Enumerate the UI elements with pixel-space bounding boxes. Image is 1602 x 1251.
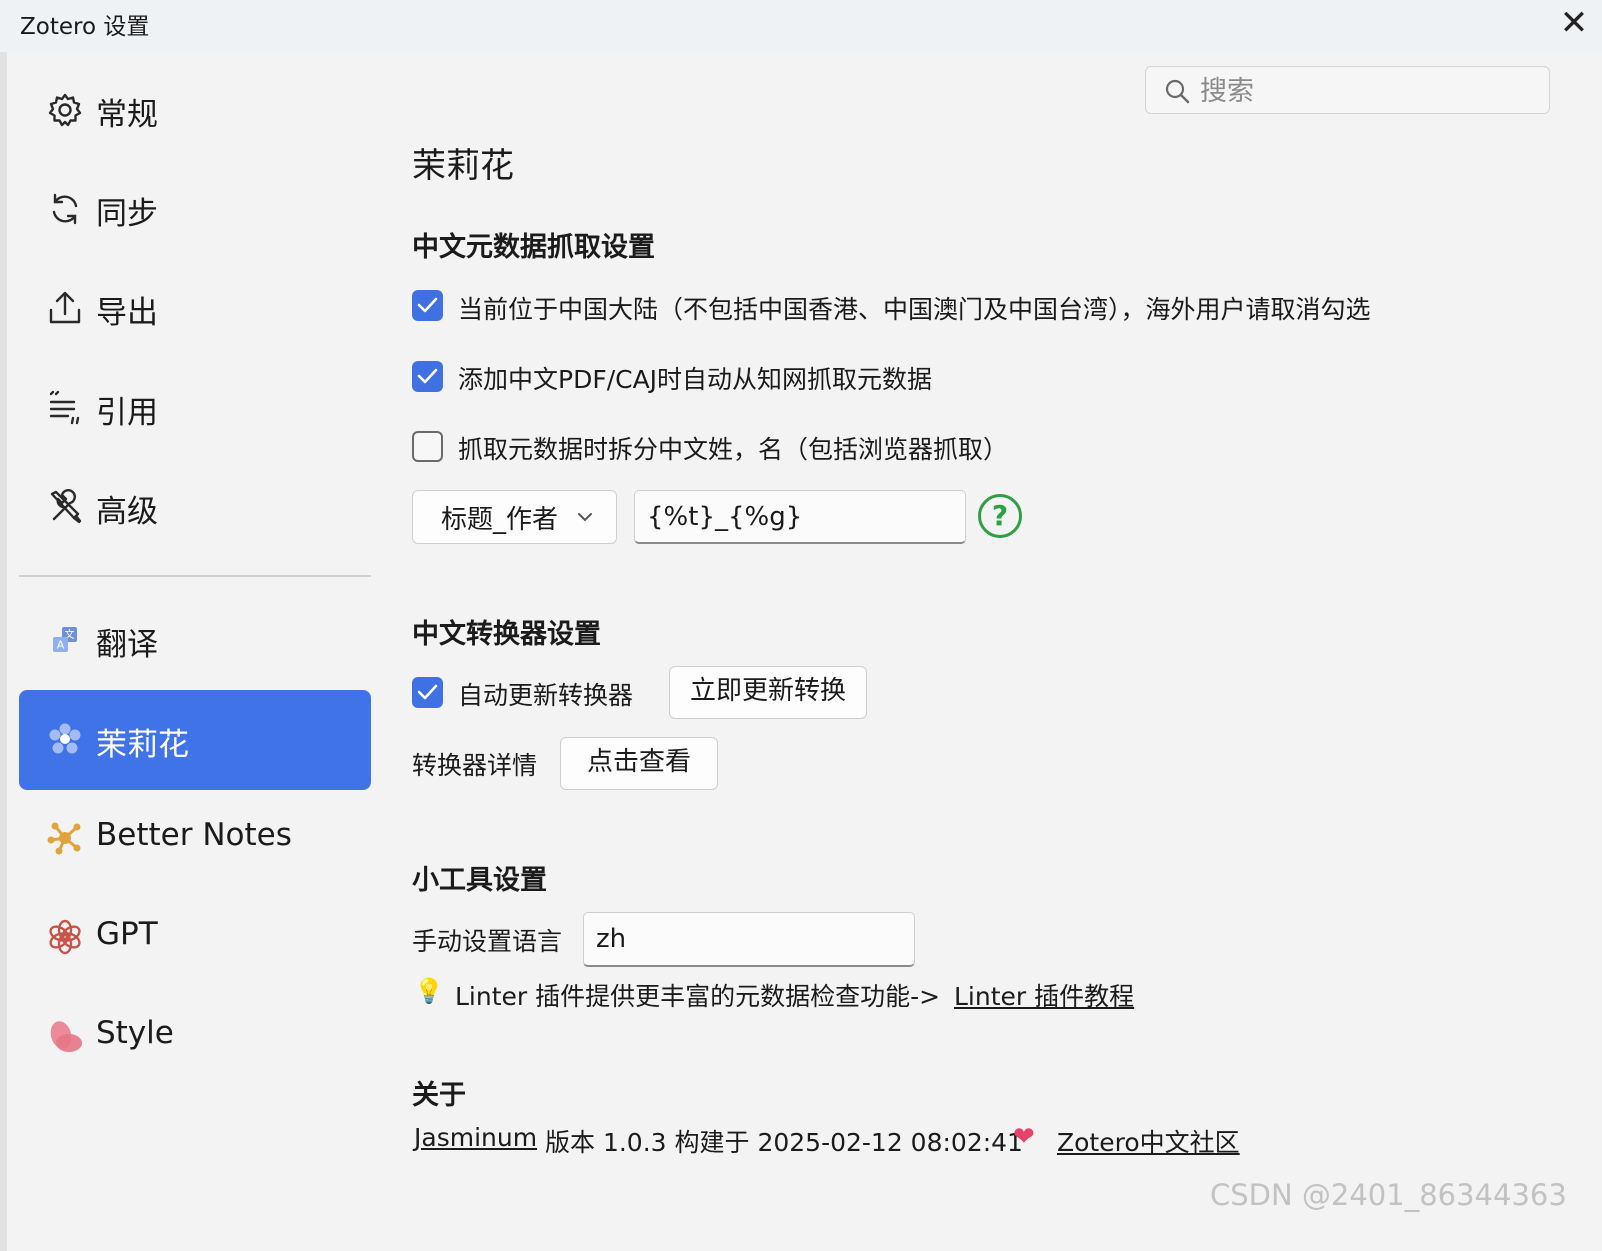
- checkmark-icon: [417, 368, 438, 384]
- svg-text:A: A: [57, 639, 65, 652]
- window-title: Zotero 设置: [20, 14, 150, 40]
- sidebar-item-label: GPT: [96, 916, 158, 952]
- sidebar-item-label: 常规: [96, 97, 158, 133]
- metadata-section-heading: 中文元数据抓取设置: [412, 232, 655, 263]
- linter-tutorial-link[interactable]: Linter 插件教程: [954, 977, 1134, 1013]
- update-now-button[interactable]: 立即更新转换: [669, 666, 867, 719]
- checkbox-auto-fetch[interactable]: [412, 361, 443, 392]
- sidebar-item-gpt[interactable]: GPT: [19, 887, 371, 987]
- sidebar-divider: [19, 575, 371, 577]
- language-field[interactable]: [583, 912, 915, 967]
- zotero-community-link[interactable]: Zotero中文社区: [1057, 1123, 1240, 1159]
- gpt-icon: [49, 919, 81, 955]
- sidebar-item-label: 引用: [96, 395, 158, 431]
- window-edge: [0, 52, 7, 1251]
- version-text: 版本 1.0.3 构建于 2025-02-12 08:02:41: [545, 1128, 1023, 1157]
- sidebar-item-sync[interactable]: 同步: [19, 159, 371, 259]
- sidebar-item-export[interactable]: 导出: [19, 258, 371, 358]
- linter-tip-text: Linter 插件提供更丰富的元数据检查功能->: [455, 982, 941, 1011]
- sidebar-item-jasminum[interactable]: 茉莉花: [19, 690, 371, 790]
- title-bar: [0, 0, 1602, 52]
- sidebar-item-label: 翻译: [96, 627, 158, 663]
- checkbox-split-name-label: 抓取元数据时拆分中文姓，名（包括浏览器抓取）: [458, 435, 1009, 464]
- search-input[interactable]: [1198, 73, 1532, 109]
- sync-icon: [52, 193, 78, 225]
- checkbox-auto-fetch-label: 添加中文PDF/CAJ时自动从知网抓取元数据: [458, 365, 933, 394]
- search-box[interactable]: [1145, 66, 1550, 114]
- style-icon: [50, 1021, 82, 1052]
- cite-icon: [49, 390, 80, 425]
- sidebar-item-cite[interactable]: 引用: [19, 358, 371, 458]
- help-icon[interactable]: ?: [978, 494, 1022, 538]
- checkbox-mainland-label: 当前位于中国大陆（不包括中国香港、中国澳门及中国台湾），海外用户请取消勾选: [458, 295, 1371, 324]
- translator-section-heading: 中文转换器设置: [412, 619, 601, 650]
- checkmark-icon: [417, 684, 438, 700]
- sidebar-item-general[interactable]: 常规: [19, 60, 371, 160]
- watermark: CSDN @2401_86344363: [1210, 1178, 1567, 1212]
- sidebar-item-better-notes[interactable]: Better Notes: [19, 788, 371, 888]
- sidebar: 常规 同步 导出 引用 高级 文 A 翻译 茉莉花 Better Notes G…: [7, 52, 391, 1251]
- checkbox-mainland[interactable]: [412, 290, 443, 321]
- sidebar-item-label: 高级: [96, 494, 158, 530]
- sidebar-item-translate[interactable]: 文 A 翻译: [19, 590, 371, 690]
- better-notes-icon: [47, 822, 81, 855]
- tools-icon: [50, 489, 82, 524]
- rename-format-select[interactable]: 标题_作者: [412, 490, 617, 544]
- sidebar-item-label: 导出: [96, 295, 158, 331]
- translator-details-label: 转换器详情: [412, 751, 538, 780]
- sidebar-item-label: Better Notes: [96, 817, 292, 853]
- sidebar-item-advanced[interactable]: 高级: [19, 457, 371, 557]
- close-button[interactable]: ✕: [1548, 2, 1600, 48]
- jasmine-flower-icon: [49, 723, 81, 754]
- language-input[interactable]: [594, 921, 898, 957]
- lightbulb-icon: 💡: [414, 977, 444, 1005]
- jasminum-link[interactable]: Jasminum: [414, 1123, 537, 1152]
- language-label: 手动设置语言: [412, 927, 563, 956]
- checkbox-split-name[interactable]: [412, 431, 443, 462]
- checkbox-auto-update-label: 自动更新转换器: [458, 681, 634, 710]
- search-icon: [1165, 79, 1190, 104]
- gear-icon: [48, 93, 82, 127]
- sidebar-item-label: Style: [96, 1015, 174, 1051]
- view-details-button[interactable]: 点击查看: [560, 737, 718, 790]
- rename-pattern-field[interactable]: [634, 490, 966, 544]
- export-icon: [49, 291, 81, 324]
- sidebar-item-style[interactable]: Style: [19, 986, 371, 1086]
- page-title: 茉莉花: [412, 146, 514, 186]
- about-section-heading: 关于: [412, 1080, 466, 1111]
- tools-section-heading: 小工具设置: [412, 865, 547, 896]
- heart-icon: ❤: [1013, 1122, 1035, 1152]
- translate-icon: 文 A: [53, 627, 77, 652]
- rename-format-value: 标题_作者: [441, 505, 559, 535]
- sidebar-item-label: 茉莉花: [96, 727, 189, 763]
- rename-pattern-input[interactable]: [645, 499, 949, 535]
- checkmark-icon: [417, 297, 438, 313]
- checkbox-auto-update[interactable]: [412, 677, 443, 708]
- sidebar-item-label: 同步: [96, 196, 158, 232]
- chevron-down-icon: [578, 513, 592, 522]
